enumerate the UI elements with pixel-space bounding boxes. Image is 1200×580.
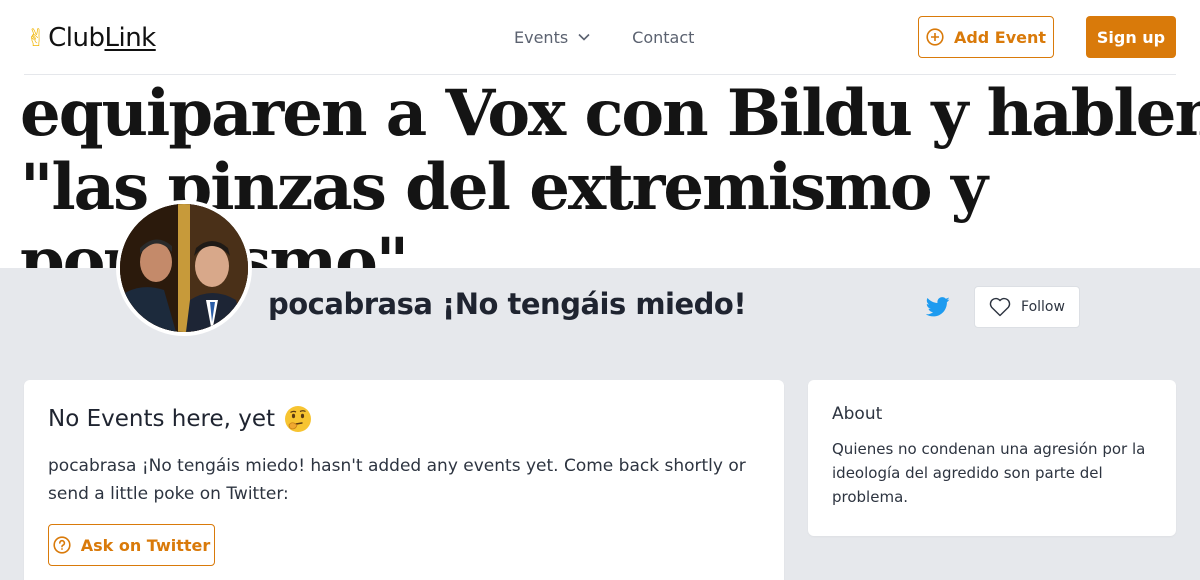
about-title: About	[832, 404, 883, 424]
avatar-photo	[120, 204, 248, 332]
thinking-face-icon	[285, 406, 312, 432]
add-event-label: Add Event	[953, 27, 1047, 47]
chevron-down-icon	[578, 33, 590, 41]
avatar	[116, 200, 252, 336]
ask-on-twitter-button[interactable]: Ask on Twitter	[48, 524, 215, 566]
nav-events-label: Events	[514, 27, 569, 47]
profile-name: pocabrasa ¡No tengáis miedo!	[268, 287, 747, 321]
nav-events-dropdown[interactable]: Events	[514, 25, 590, 49]
events-card: No Events here, yet pocabrasa ¡No tengái…	[24, 380, 784, 580]
add-event-button[interactable]: Add Event	[918, 16, 1054, 58]
ask-on-twitter-label: Ask on Twitter	[80, 535, 211, 555]
question-circle-icon	[53, 536, 71, 554]
twitter-icon[interactable]	[926, 296, 950, 318]
heart-icon	[989, 297, 1011, 317]
sign-up-label: Sign up	[1096, 27, 1166, 47]
main-nav: Events Contact	[514, 25, 694, 49]
sign-up-button[interactable]: Sign up	[1086, 16, 1176, 58]
clublink-logo[interactable]: ✌ Club Link	[26, 20, 156, 56]
events-empty-description: pocabrasa ¡No tengáis miedo! hasn't adde…	[48, 456, 746, 504]
events-empty-title: No Events here, yet	[48, 404, 313, 434]
events-title-text: No Events here, yet	[48, 406, 276, 432]
about-text: Quienes no condenan una agresión por la …	[832, 440, 1146, 506]
about-card: About Quienes no condenan una agresión p…	[808, 380, 1176, 536]
nav-contact-link[interactable]: Contact	[632, 25, 694, 49]
nav-contact-label: Contact	[632, 27, 695, 47]
logo-text-link: Link	[104, 23, 156, 53]
follow-button[interactable]: Follow	[974, 286, 1080, 328]
follow-label: Follow	[1021, 299, 1065, 315]
victory-hand-icon: ✌	[26, 24, 47, 52]
plus-circle-icon	[926, 28, 944, 46]
top-navbar: ✌ Club Link Events Contact Add Event Sig…	[0, 0, 1200, 75]
logo-text-club: Club	[48, 23, 105, 53]
